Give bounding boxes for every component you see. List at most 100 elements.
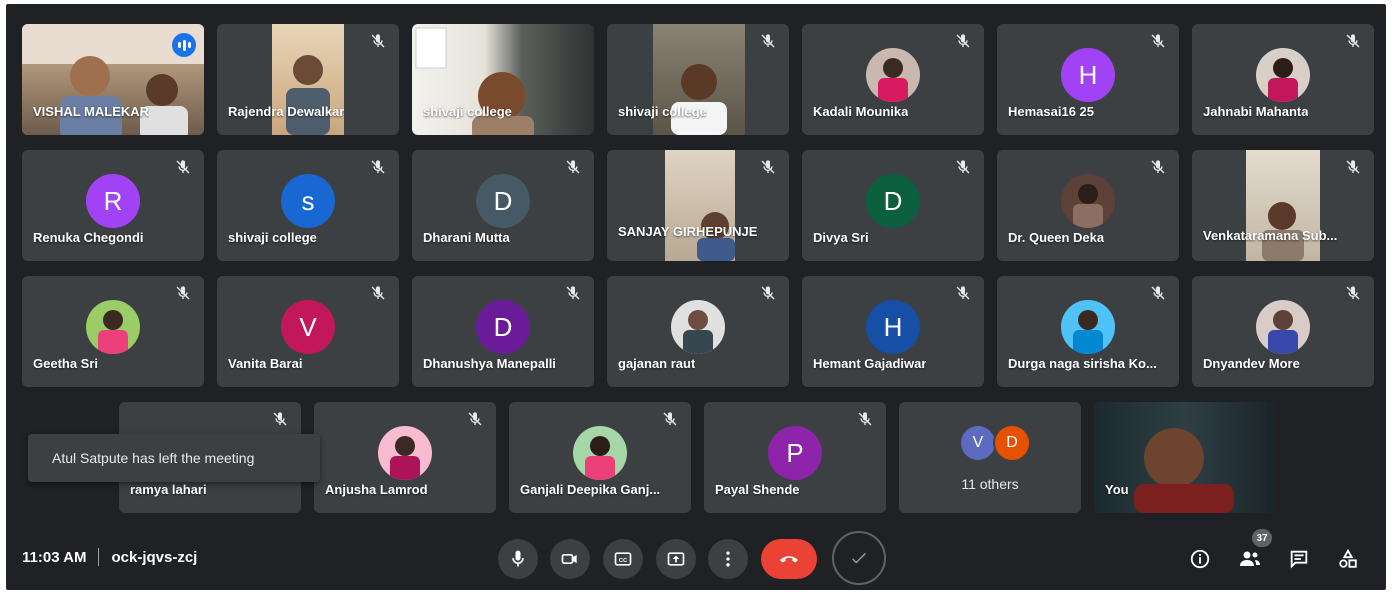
- participant-name: Vanita Barai: [228, 356, 303, 371]
- participant-tile[interactable]: R Renuka Chegondi: [22, 150, 204, 261]
- mic-off-icon: [1346, 160, 1360, 174]
- more-options-button[interactable]: [708, 539, 748, 579]
- initial-avatar: D: [476, 300, 530, 355]
- mic-off-icon: [273, 412, 287, 426]
- participant-tile[interactable]: D Divya Sri: [802, 150, 984, 261]
- participant-tile[interactable]: D Dhanushya Manepalli: [412, 276, 594, 387]
- mic-off-icon: [1346, 34, 1360, 48]
- activities-button[interactable]: [1336, 547, 1360, 571]
- participant-name: Dnyandev More: [1203, 356, 1300, 371]
- participant-tile[interactable]: H Hemant Gajadiwar: [802, 276, 984, 387]
- participant-tile[interactable]: gajanan raut: [607, 276, 789, 387]
- mic-off-icon: [1346, 286, 1360, 300]
- others-avatar: D: [993, 424, 1031, 462]
- participant-name: VISHAL MALEKAR: [33, 104, 150, 119]
- more-vertical-icon: [726, 551, 730, 567]
- participant-tile[interactable]: Anjusha Lamrod: [314, 402, 496, 513]
- participant-name: Jahnabi Mahanta: [1203, 104, 1309, 119]
- participant-name: Kadali Mounika: [813, 104, 909, 119]
- participant-tile[interactable]: SANJAY GIRHEPUNJE: [607, 150, 789, 261]
- closed-captions-icon: CC: [614, 552, 632, 566]
- mic-off-icon: [761, 160, 775, 174]
- meeting-code[interactable]: ock-jqvs-zcj: [111, 549, 197, 566]
- participant-name: Dr. Queen Deka: [1008, 230, 1105, 245]
- mic-off-icon: [1151, 160, 1165, 174]
- participant-tile[interactable]: Durga naga sirisha Ko...: [997, 276, 1179, 387]
- mic-off-icon: [468, 412, 482, 426]
- participant-tile[interactable]: shivaji college: [412, 24, 594, 135]
- mic-off-icon: [371, 34, 385, 48]
- participant-name: Venkataramana Sub...: [1203, 228, 1338, 243]
- people-icon: [1240, 551, 1260, 566]
- captions-button[interactable]: CC: [603, 539, 643, 579]
- mic-off-icon: [956, 286, 970, 300]
- mic-off-icon: [371, 160, 385, 174]
- others-count-label: 11 others: [961, 476, 1019, 492]
- others-tile[interactable]: V D 11 others: [899, 402, 1081, 513]
- profile-photo: [378, 426, 432, 481]
- participant-tile[interactable]: Jahnabi Mahanta: [1192, 24, 1374, 135]
- camera-icon: [561, 554, 577, 564]
- participant-name: Hemasai16 25: [1008, 104, 1095, 119]
- mic-off-icon: [1151, 34, 1165, 48]
- initial-avatar: H: [866, 300, 920, 355]
- notification-toast: Atul Satpute has left the meeting: [28, 434, 320, 482]
- mic-off-icon: [566, 286, 580, 300]
- video-feed: [665, 150, 735, 261]
- svg-text:CC: CC: [619, 558, 628, 564]
- participant-tile[interactable]: shivaji college: [607, 24, 789, 135]
- mic-off-icon: [1151, 286, 1165, 300]
- participant-tile[interactable]: H Hemasai16 25: [997, 24, 1179, 135]
- participant-tile[interactable]: P Payal Shende: [704, 402, 886, 513]
- profile-photo: [671, 300, 725, 355]
- profile-photo: [866, 48, 920, 103]
- participant-tile[interactable]: Kadali Mounika: [802, 24, 984, 135]
- mic-off-icon: [956, 34, 970, 48]
- chat-button[interactable]: [1287, 547, 1311, 571]
- end-call-button[interactable]: [761, 539, 817, 579]
- record-button[interactable]: [832, 531, 886, 585]
- participant-name: Divya Sri: [813, 230, 869, 245]
- initial-avatar: P: [768, 426, 822, 481]
- participant-tile[interactable]: Dnyandev More: [1192, 276, 1374, 387]
- others-avatars: V D: [959, 424, 1031, 462]
- video-feed: [1246, 150, 1320, 261]
- info-icon: [1190, 549, 1210, 569]
- self-tile[interactable]: You: [1094, 402, 1276, 513]
- camera-button[interactable]: [550, 539, 590, 579]
- people-count-badge: 37: [1252, 529, 1272, 547]
- microphone-icon: [512, 550, 524, 567]
- meeting-info-button[interactable]: [1188, 547, 1212, 571]
- participant-name: Payal Shende: [715, 482, 800, 497]
- microphone-button[interactable]: [498, 539, 538, 579]
- participant-tile[interactable]: s shivaji college: [217, 150, 399, 261]
- initial-avatar: D: [866, 174, 920, 229]
- participant-tile[interactable]: Rajendra Dewalkar: [217, 24, 399, 135]
- divider: [98, 548, 100, 566]
- meeting-time: 11:03 AM: [22, 548, 87, 566]
- participant-name: shivaji college: [618, 104, 707, 119]
- participant-name: Ganjali Deepika Ganj...: [520, 482, 661, 497]
- mic-off-icon: [663, 412, 677, 426]
- people-button[interactable]: [1238, 547, 1262, 571]
- participant-name: Dharani Mutta: [423, 230, 510, 245]
- participant-tile[interactable]: D Dharani Mutta: [412, 150, 594, 261]
- participant-name: Dhanushya Manepalli: [423, 356, 556, 371]
- participant-name: Anjusha Lamrod: [325, 482, 428, 497]
- participant-tile[interactable]: VISHAL MALEKAR: [22, 24, 204, 135]
- profile-photo: [1061, 174, 1115, 229]
- participant-name: shivaji college: [423, 104, 512, 119]
- participant-tile[interactable]: Geetha Sri: [22, 276, 204, 387]
- chat-icon: [1290, 550, 1308, 569]
- mic-off-icon: [176, 160, 190, 174]
- participant-tile[interactable]: Dr. Queen Deka: [997, 150, 1179, 261]
- participant-tile[interactable]: Ganjali Deepika Ganj...: [509, 402, 691, 513]
- participant-name: Durga naga sirisha Ko...: [1008, 356, 1157, 371]
- participant-name: ramya lahari: [130, 482, 207, 497]
- initial-avatar: R: [86, 174, 140, 229]
- present-screen-button[interactable]: [656, 539, 696, 579]
- mic-off-icon: [566, 160, 580, 174]
- participant-tile[interactable]: Venkataramana Sub...: [1192, 150, 1374, 261]
- participant-tile[interactable]: V Vanita Barai: [217, 276, 399, 387]
- participant-name: Geetha Sri: [33, 356, 99, 371]
